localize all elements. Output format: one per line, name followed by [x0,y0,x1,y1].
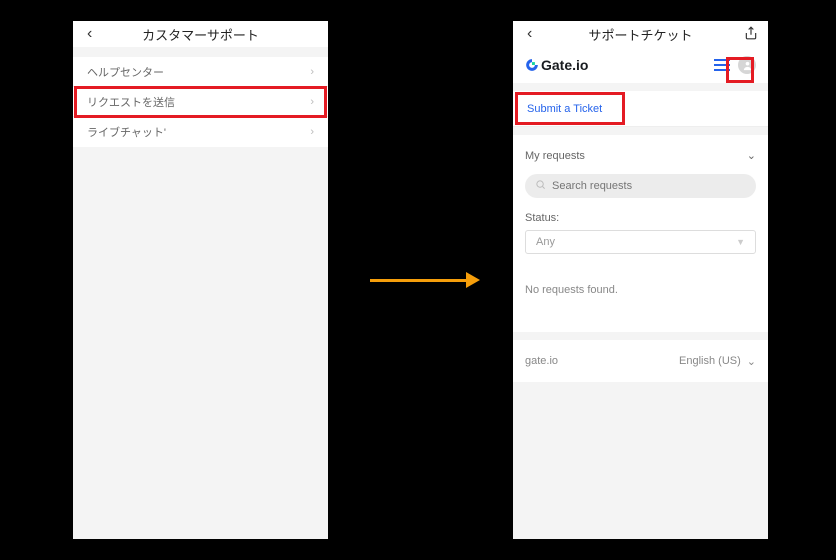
no-requests-message: No requests found. [525,274,756,316]
footer-bar: gate.io English (US) ⌄ [513,340,768,382]
arrow-line-icon [370,279,466,282]
search-icon [535,179,546,193]
back-icon[interactable]: ‹ [83,23,96,45]
list-item-help-center[interactable]: ヘルプセンター › [73,57,328,87]
status-value: Any [536,236,555,248]
menu-hamburger-icon[interactable] [714,59,730,71]
list-item-live-chat[interactable]: ライブチャット' › [73,117,328,147]
page-title: カスタマーサポート [73,25,328,44]
my-requests-label: My requests [525,150,585,162]
caret-down-icon: ▼ [736,237,745,247]
list-item-label: リクエストを送信 [87,94,175,110]
submit-ticket-tab: Submit a Ticket [513,91,768,127]
footer-site-link[interactable]: gate.io [525,355,558,367]
brand-logo-block[interactable]: Gate.io [525,57,588,73]
support-menu-list: ヘルプセンター › リクエストを送信 › ライブチャット' › [73,57,328,147]
language-label: English (US) [679,355,741,367]
search-requests-box[interactable] [525,174,756,198]
arrow-head-icon [466,272,480,288]
status-label: Status: [525,212,756,224]
phone-screen-right: ‹ サポートチケット Gate.io Subm [513,21,768,539]
status-select[interactable]: Any ▼ [525,230,756,254]
flow-arrow [370,270,480,290]
share-icon[interactable] [744,26,758,43]
header-bar: ‹ サポートチケット [513,21,768,47]
list-item-label: ヘルプセンター [87,64,164,80]
search-input[interactable] [552,180,746,192]
back-icon[interactable]: ‹ [523,23,536,45]
list-item-submit-request[interactable]: リクエストを送信 › [73,87,328,117]
brand-name: Gate.io [541,57,588,73]
chevron-down-icon: ⌄ [747,149,756,162]
chevron-right-icon: › [310,66,314,78]
chevron-right-icon: › [310,96,314,108]
avatar-icon[interactable] [738,56,756,74]
chevron-down-icon: ⌄ [747,355,756,368]
submit-ticket-link[interactable]: Submit a Ticket [527,103,602,115]
header-bar: ‹ カスタマーサポート [73,21,328,47]
requests-panel: My requests ⌄ Status: Any ▼ No requests … [513,135,768,332]
phone-screen-left: ‹ カスタマーサポート ヘルプセンター › リクエストを送信 › ライブチャット… [73,21,328,539]
language-selector[interactable]: English (US) ⌄ [679,355,756,368]
list-item-label: ライブチャット' [87,124,166,140]
chevron-right-icon: › [310,126,314,138]
gate-logo-icon [525,58,539,72]
brand-bar: Gate.io [513,47,768,83]
page-title: サポートチケット [513,25,768,44]
my-requests-toggle[interactable]: My requests ⌄ [525,145,756,174]
